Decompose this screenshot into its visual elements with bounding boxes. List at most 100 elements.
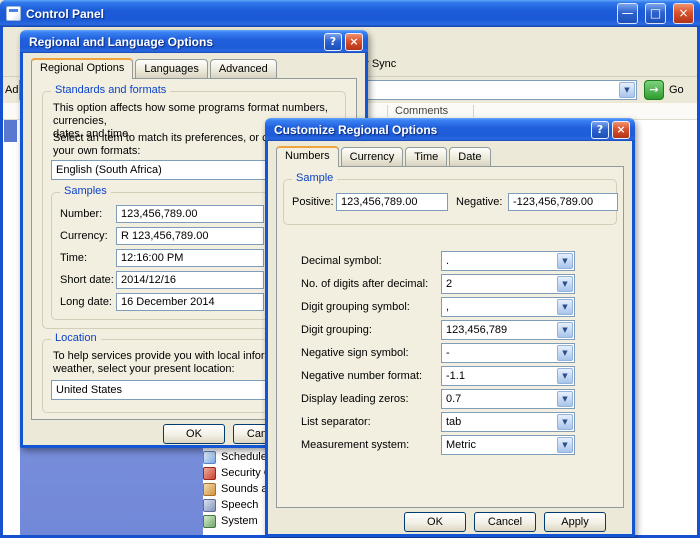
dropdown-icon[interactable]: ▼	[557, 391, 573, 407]
customize-tabs: Numbers Currency Time Date	[276, 146, 493, 166]
negative-sign-symbol-label: Negative sign symbol:	[301, 347, 441, 359]
measurement-system-value: Metric	[446, 439, 476, 451]
dropdown-icon[interactable]: ▼	[557, 299, 573, 315]
digit-grouping-combo[interactable]: 123,456,789 ▼	[441, 320, 575, 340]
column-separator	[387, 105, 388, 117]
short-date-sample-field[interactable]: 2014/12/16	[116, 271, 264, 289]
field-row-negative-sign-symbol: Negative sign symbol: - ▼	[277, 343, 623, 363]
address-dropdown-icon[interactable]: ▼	[619, 82, 635, 98]
cancel-button[interactable]: Cancel	[474, 512, 536, 532]
sample-group-title: Sample	[292, 172, 337, 184]
ok-button[interactable]: OK	[163, 424, 225, 444]
help-button[interactable]: ?	[591, 121, 609, 139]
dropdown-icon[interactable]: ▼	[557, 345, 573, 361]
field-row-negative-number-format: Negative number format: -1.1 ▼	[277, 366, 623, 386]
customize-regional-options-dialog: Customize Regional Options ? × Numbers C…	[265, 118, 635, 537]
speech-icon	[203, 499, 216, 512]
tab-advanced[interactable]: Advanced	[210, 59, 277, 78]
decimal-symbol-label: Decimal symbol:	[301, 255, 441, 267]
number-options-rows: Decimal symbol: . ▼ No. of digits after …	[277, 251, 623, 458]
negative-sign-symbol-value: -	[446, 347, 450, 359]
field-row-digit-grouping: Digit grouping: 123,456,789 ▼	[277, 320, 623, 340]
dropdown-icon[interactable]: ▼	[557, 253, 573, 269]
sample-group: Sample Positive: 123,456,789.00 Negative…	[283, 179, 617, 225]
system-icon	[203, 515, 216, 528]
sounds-icon	[203, 483, 216, 496]
screen: Control Panel — □ × er Sync Ad ▼ → Go	[0, 0, 700, 538]
standards-group-title: Standards and formats	[51, 84, 170, 96]
dropdown-icon[interactable]: ▼	[557, 276, 573, 292]
close-button[interactable]: ×	[612, 121, 630, 139]
tab-numbers[interactable]: Numbers	[276, 146, 339, 167]
customize-dialog-title: Customize Regional Options	[274, 123, 588, 137]
security-center-icon	[203, 467, 216, 480]
address-label: Ad	[5, 84, 18, 96]
tab-regional-options[interactable]: Regional Options	[31, 58, 133, 79]
go-button[interactable]: →	[644, 80, 664, 100]
negative-number-format-combo[interactable]: -1.1 ▼	[441, 366, 575, 386]
go-label: Go	[669, 84, 684, 96]
measurement-system-label: Measurement system:	[301, 439, 441, 451]
regional-dialog-titlebar: Regional and Language Options ? ×	[20, 30, 368, 53]
go-arrow-icon: →	[649, 83, 658, 96]
long-date-sample-field[interactable]: 16 December 2014	[116, 293, 264, 311]
pane-edge	[4, 120, 17, 142]
number-label: Number:	[60, 208, 116, 220]
close-button[interactable]: ×	[345, 33, 363, 51]
display-leading-zeros-label: Display leading zeros:	[301, 393, 441, 405]
regional-dialog-title: Regional and Language Options	[29, 35, 321, 49]
negative-sign-symbol-combo[interactable]: - ▼	[441, 343, 575, 363]
dropdown-icon[interactable]: ▼	[557, 322, 573, 338]
decimal-symbol-combo[interactable]: . ▼	[441, 251, 575, 271]
customize-dialog-titlebar: Customize Regional Options ? ×	[265, 118, 635, 141]
ok-button[interactable]: OK	[404, 512, 466, 532]
tab-currency[interactable]: Currency	[341, 147, 404, 166]
digit-grouping-symbol-combo[interactable]: , ▼	[441, 297, 575, 317]
list-separator-label: List separator:	[301, 416, 441, 428]
customize-dialog-buttons: OK Cancel Apply	[268, 512, 632, 532]
regional-tabs: Regional Options Languages Advanced	[31, 58, 279, 78]
measurement-system-combo[interactable]: Metric ▼	[441, 435, 575, 455]
field-row-list-separator: List separator: tab ▼	[277, 412, 623, 432]
digits-after-decimal-value: 2	[446, 278, 452, 290]
column-header-comments[interactable]: Comments	[395, 105, 448, 117]
language-format-value: English (South Africa)	[56, 164, 162, 176]
number-sample-field[interactable]: 123,456,789.00	[116, 205, 264, 223]
field-row-digit-grouping-symbol: Digit grouping symbol: , ▼	[277, 297, 623, 317]
minimize-button[interactable]: —	[617, 3, 638, 24]
currency-sample-field[interactable]: R 123,456,789.00	[116, 227, 264, 245]
long-date-label: Long date:	[60, 296, 116, 308]
dropdown-icon[interactable]: ▼	[557, 414, 573, 430]
scheduled-tasks-icon	[203, 451, 216, 464]
negative-sample-field[interactable]: -123,456,789.00	[508, 193, 618, 211]
window-title: Control Panel	[26, 7, 610, 21]
dropdown-icon[interactable]: ▼	[557, 437, 573, 453]
digit-grouping-symbol-value: ,	[446, 301, 449, 313]
tab-time[interactable]: Time	[405, 147, 447, 166]
field-row-measurement-system: Measurement system: Metric ▼	[277, 435, 623, 455]
negative-number-format-label: Negative number format:	[301, 370, 441, 382]
dropdown-icon[interactable]: ▼	[557, 368, 573, 384]
tab-languages[interactable]: Languages	[135, 59, 207, 78]
digits-after-decimal-combo[interactable]: 2 ▼	[441, 274, 575, 294]
list-separator-combo[interactable]: tab ▼	[441, 412, 575, 432]
maximize-button[interactable]: □	[645, 3, 666, 24]
display-leading-zeros-combo[interactable]: 0.7 ▼	[441, 389, 575, 409]
help-button[interactable]: ?	[324, 33, 342, 51]
sample-row: Positive: 123,456,789.00 Negative: -123,…	[292, 193, 618, 211]
tab-date[interactable]: Date	[449, 147, 490, 166]
decimal-symbol-value: .	[446, 255, 449, 267]
location-description: To help services provide you with local …	[53, 350, 301, 376]
close-button[interactable]: ×	[673, 3, 694, 24]
digits-after-decimal-label: No. of digits after decimal:	[301, 278, 441, 290]
field-row-digits-after-decimal: No. of digits after decimal: 2 ▼	[277, 274, 623, 294]
apply-button[interactable]: Apply	[544, 512, 606, 532]
field-row-decimal-symbol: Decimal symbol: . ▼	[277, 251, 623, 271]
negative-label: Negative:	[456, 196, 508, 208]
list-item-label: System	[221, 515, 258, 527]
digit-grouping-symbol-label: Digit grouping symbol:	[301, 301, 441, 313]
digit-grouping-value: 123,456,789	[446, 324, 507, 336]
short-date-label: Short date:	[60, 274, 116, 286]
positive-sample-field[interactable]: 123,456,789.00	[336, 193, 448, 211]
time-sample-field[interactable]: 12:16:00 PM	[116, 249, 264, 267]
